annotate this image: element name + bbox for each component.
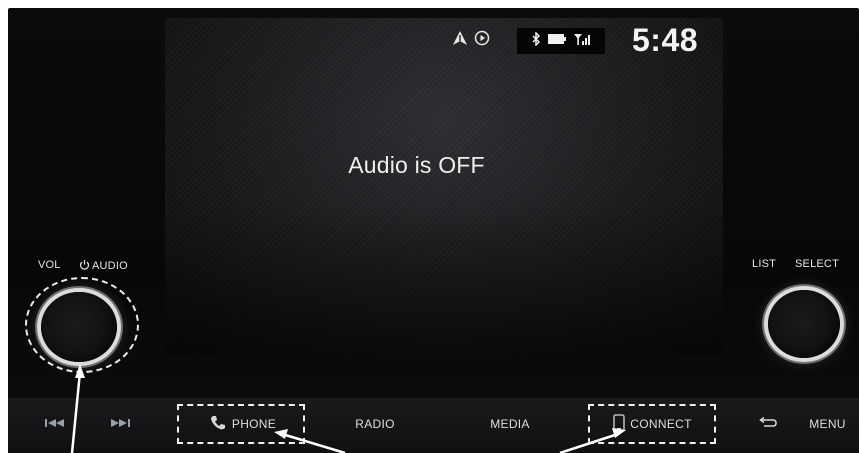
callout-arrowhead-phone bbox=[274, 429, 288, 439]
callout-arrow-connect bbox=[559, 432, 619, 453]
callout-arrow-knob bbox=[70, 371, 82, 453]
callout-arrows bbox=[70, 364, 626, 453]
callout-arrow-phone bbox=[281, 432, 346, 453]
callout-arrowhead-knob bbox=[75, 364, 85, 378]
